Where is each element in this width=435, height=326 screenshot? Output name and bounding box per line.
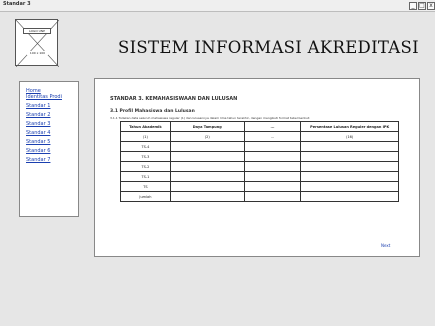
column-header-tahun-akademik: Tahun Akademik (120, 121, 171, 132)
sidebar: Home Identitas Prodi Standar 1 Standar 2… (19, 81, 79, 217)
logo-label: LOGO UNP (23, 28, 51, 34)
table-cell: TS-2 (120, 161, 171, 172)
table-cell: (1) (120, 131, 171, 142)
sidebar-item-standar-1[interactable]: Standar 1 (26, 103, 78, 109)
table-cell: TS-4 (120, 141, 171, 152)
sidebar-item-standar-7[interactable]: Standar 7 (26, 157, 78, 163)
column-header-persentase-lulusan: Persentase Lulusan Reguler dengan IPK (300, 121, 399, 132)
sidebar-link-standar-5[interactable]: Standar 5 (26, 139, 50, 145)
window-title: Standar 3 (3, 1, 31, 7)
table-cell[interactable] (300, 161, 399, 172)
table-cell: TS-3 (120, 151, 171, 162)
restore-button[interactable]: □ (418, 2, 426, 10)
table-cell[interactable] (243, 141, 302, 152)
sidebar-item-identitas-prodi[interactable]: Identitas Prodi (26, 94, 78, 100)
sidebar-link-standar-7[interactable]: Standar 7 (26, 157, 50, 163)
window-titlebar: Standar 3 _ □ x (0, 0, 435, 12)
table-cell[interactable] (169, 141, 245, 152)
table-cell: (2) (169, 131, 245, 142)
table-cell[interactable] (243, 181, 302, 192)
table-cell[interactable] (243, 151, 302, 162)
table-cell[interactable] (243, 161, 302, 172)
table-row: TS-2 (120, 161, 399, 172)
table-row: TS-1 (120, 171, 399, 182)
table-cell[interactable] (300, 171, 399, 182)
sidebar-item-standar-6[interactable]: Standar 6 (26, 148, 78, 154)
sidebar-link-standar-3[interactable]: Standar 3 (26, 121, 50, 127)
main-content: STANDAR 3. KEMAHASISWAAN DAN LULUSAN 3.1… (94, 78, 420, 257)
table-cell: ... (243, 131, 302, 142)
student-data-table: Tahun Akademik Daya Tampung ... Persenta… (120, 121, 399, 202)
table-row: TS-4 (120, 141, 399, 152)
section-subheading: 3.1 Profil Mahasiswa dan Lulusan (110, 109, 195, 114)
table-cell[interactable] (300, 181, 399, 192)
sidebar-link-standar-4[interactable]: Standar 4 (26, 130, 50, 136)
section-description: 3.1.1 Tuliskan data seluruh mahasiswa re… (110, 116, 311, 120)
sidebar-item-standar-4[interactable]: Standar 4 (26, 130, 78, 136)
sidebar-item-standar-5[interactable]: Standar 5 (26, 139, 78, 145)
table-cell: Jumlah (120, 191, 171, 202)
table-row: (1) (2) ... (16) (120, 131, 399, 142)
table-row: TS-3 (120, 151, 399, 162)
table-header-row: Tahun Akademik Daya Tampung ... Persenta… (120, 121, 399, 132)
table-cell[interactable] (169, 171, 245, 182)
logo-placeholder: LOGO UNP 100 x 100 (15, 19, 59, 67)
column-header-ellipsis: ... (243, 121, 302, 132)
table-cell (300, 191, 399, 202)
sidebar-link-standar-1[interactable]: Standar 1 (26, 103, 50, 109)
column-header-daya-tampung: Daya Tampung (169, 121, 245, 132)
sidebar-link-standar-2[interactable]: Standar 2 (26, 112, 50, 118)
table-cell[interactable] (169, 161, 245, 172)
close-button[interactable]: x (427, 2, 435, 10)
table-cell: TS-1 (120, 171, 171, 182)
table-row: Jumlah (120, 191, 399, 202)
table-cell[interactable] (243, 171, 302, 182)
table-cell[interactable] (169, 151, 245, 162)
sidebar-item-standar-3[interactable]: Standar 3 (26, 121, 78, 127)
table-row: TS (120, 181, 399, 192)
table-cell (169, 191, 245, 202)
sidebar-link-identitas-prodi[interactable]: Identitas Prodi (26, 94, 62, 100)
table-cell[interactable] (300, 141, 399, 152)
logo-size: 100 x 100 (27, 51, 48, 55)
app-title: SISTEM INFORMASI AKREDITASI (118, 38, 419, 57)
table-cell (243, 191, 302, 202)
minimize-button[interactable]: _ (409, 2, 417, 10)
table-cell: TS (120, 181, 171, 192)
next-link[interactable]: Next (381, 243, 390, 248)
sidebar-item-standar-2[interactable]: Standar 2 (26, 112, 78, 118)
table-cell[interactable] (300, 151, 399, 162)
sidebar-link-standar-6[interactable]: Standar 6 (26, 148, 50, 154)
page-heading: STANDAR 3. KEMAHASISWAAN DAN LULUSAN (110, 96, 238, 102)
table-cell[interactable] (169, 181, 245, 192)
table-cell: (16) (300, 131, 399, 142)
